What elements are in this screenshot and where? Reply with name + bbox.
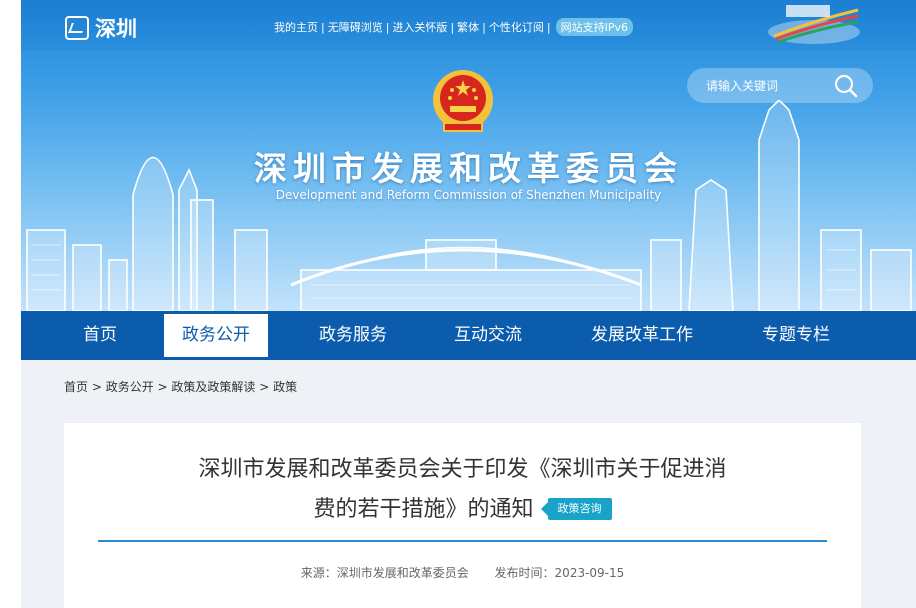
article-title: 深圳市发展和改革委员会关于印发《深圳市关于促进消 费的若干措施》的通知 政策咨询 [64, 450, 861, 530]
toplink-accessibility[interactable]: 无障碍浏览 [328, 19, 383, 35]
breadcrumb: 首页 > 政务公开 > 政策及政策解读 > 政策 [64, 380, 298, 394]
site-logo[interactable]: 深圳 [65, 13, 137, 43]
article-title-line2-wrap: 费的若干措施》的通知 政策咨询 [64, 490, 861, 530]
article-title-line1: 深圳市发展和改革委员会关于印发《深圳市关于促进消 [198, 457, 727, 482]
nav-interaction[interactable]: 互动交流 [436, 311, 540, 360]
ipv6-badge: 网站支持IPv6 [555, 18, 633, 36]
article-title-line2: 费的若干措施》的通知 [313, 497, 534, 522]
article-meta: 来源：深圳市发展和改革委员会 发布时间：2023-09-15 [64, 564, 861, 581]
nav-government-affairs[interactable]: 政务公开 [164, 314, 268, 357]
page: 深圳 我的主页 | 无障碍浏览 | 进入关怀版 | 繁体 | 个性化订阅 | 网站支持IP… [21, 0, 916, 608]
policy-consult-tag[interactable]: 政策咨询 [540, 498, 612, 520]
breadcrumb-policy[interactable]: 政策 [273, 380, 297, 394]
site-title-en: Development and Reform Commission of She… [275, 188, 662, 202]
search-icon[interactable] [831, 71, 861, 101]
search-input[interactable]: 请输入关键词 [706, 77, 831, 94]
national-emblem-icon [433, 70, 493, 132]
breadcrumb-government-affairs[interactable]: 政务公开 [106, 380, 154, 394]
main-nav: 首页 政务公开 政务服务 互动交流 发展改革工作 专题专栏 [21, 311, 916, 360]
site-title-cn: 深圳市发展和改革委员会 [254, 149, 683, 188]
nav-special-topics[interactable]: 专题专栏 [744, 311, 848, 360]
title-divider [98, 540, 827, 542]
shenzhen-china-logo [768, 5, 860, 44]
toplink-home[interactable]: 我的主页 [274, 19, 318, 35]
nav-services[interactable]: 政务服务 [301, 311, 405, 360]
breadcrumb-home[interactable]: 首页 [64, 380, 88, 394]
article-date: 发布时间：2023-09-15 [494, 566, 625, 580]
logo-icon [65, 16, 89, 40]
top-links: 我的主页 | 无障碍浏览 | 进入关怀版 | 繁体 | 个性化订阅 | 网站支持IPv6 [274, 18, 633, 36]
search-box[interactable]: 请输入关键词 [687, 68, 873, 103]
article-source: 来源：深圳市发展和改革委员会 [300, 566, 469, 580]
header-banner: 深圳 我的主页 | 无障碍浏览 | 进入关怀版 | 繁体 | 个性化订阅 | 网站支持IP… [21, 0, 916, 311]
nav-home[interactable]: 首页 [67, 311, 133, 360]
toplink-care-mode[interactable]: 进入关怀版 [392, 19, 447, 35]
logo-text: 深圳 [95, 17, 137, 41]
article-card: 深圳市发展和改革委员会关于印发《深圳市关于促进消 费的若干措施》的通知 政策咨询 … [64, 423, 861, 608]
toplink-subscribe[interactable]: 个性化订阅 [489, 19, 544, 35]
toplink-traditional[interactable]: 繁体 [457, 19, 479, 35]
breadcrumb-policy-interpretation[interactable]: 政策及政策解读 [171, 380, 255, 394]
nav-development-reform[interactable]: 发展改革工作 [577, 311, 707, 360]
